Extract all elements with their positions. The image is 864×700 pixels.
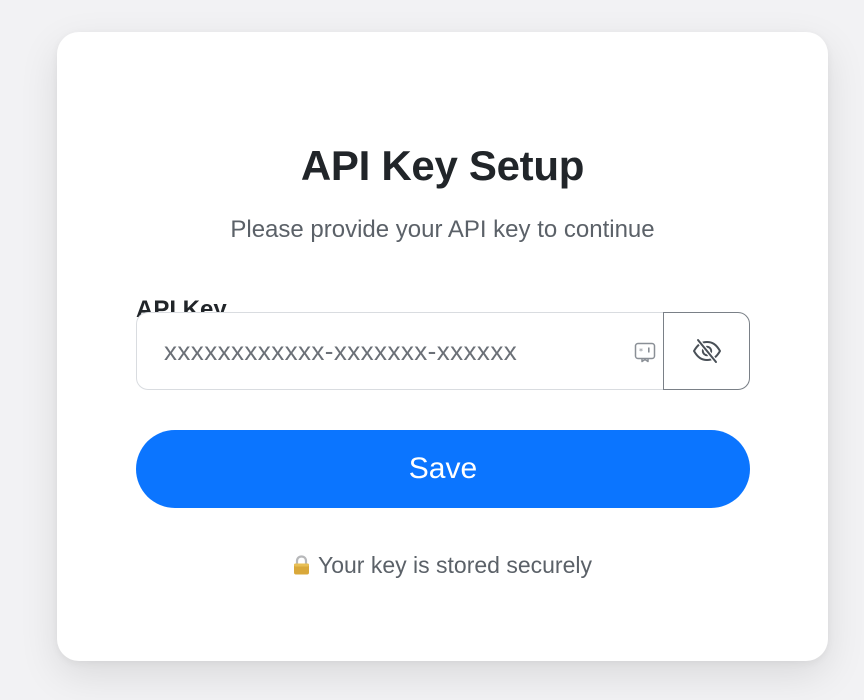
- save-button[interactable]: Save: [136, 430, 750, 508]
- api-key-input-group: *: [136, 312, 750, 390]
- toggle-visibility-button[interactable]: [663, 312, 750, 390]
- api-key-setup-card: API Key Setup Please provide your API ke…: [57, 32, 828, 661]
- password-autofill-icon[interactable]: *: [634, 341, 656, 363]
- svg-text:*: *: [639, 347, 643, 356]
- security-note: Your key is stored securely: [57, 554, 828, 577]
- card-subtitle: Please provide your API key to continue: [230, 216, 655, 243]
- eye-slash-icon: [692, 338, 721, 364]
- api-key-input-wrapper: *: [136, 312, 663, 390]
- security-note-text: Your key is stored securely: [317, 552, 592, 578]
- api-key-input[interactable]: [137, 313, 607, 389]
- lock-icon: [293, 554, 309, 574]
- card-title: API Key Setup: [300, 142, 585, 189]
